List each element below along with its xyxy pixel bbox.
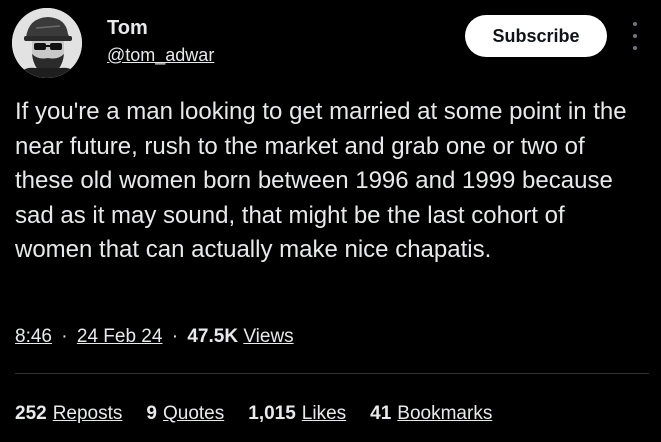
more-dot (633, 34, 637, 38)
quotes-stat[interactable]: 9 Quotes (146, 400, 224, 428)
more-dot (633, 46, 637, 50)
bookmarks-count: 41 (370, 403, 392, 424)
more-vertical-icon[interactable] (626, 22, 644, 50)
user-handle[interactable]: @tom_adwar (107, 43, 214, 67)
more-dot (633, 22, 637, 26)
divider (15, 373, 649, 374)
tweet-meta: 8:46 · 24 Feb 24 · 47.5K Views (15, 323, 294, 351)
views-count: 47.5K (187, 326, 239, 347)
likes-count: 1,015 (248, 403, 296, 424)
meta-separator: · (171, 326, 179, 347)
quotes-label: Quotes (162, 403, 225, 424)
bookmarks-stat[interactable]: 41 Bookmarks (370, 400, 492, 428)
views-label[interactable]: Views (243, 326, 293, 347)
tweet-time[interactable]: 8:46 (15, 326, 52, 347)
tweet-text: If you're a man looking to get married a… (15, 98, 627, 263)
tweet-date[interactable]: 24 Feb 24 (77, 326, 163, 347)
likes-stat[interactable]: 1,015 Likes (248, 400, 346, 428)
avatar[interactable] (12, 8, 82, 78)
reposts-count: 252 (15, 403, 47, 424)
display-name[interactable]: Tom (107, 16, 214, 40)
reposts-stat[interactable]: 252 Reposts (15, 400, 122, 428)
engagement-stats: 252 Reposts 9 Quotes 1,015 Likes 41 Bookmark… (15, 400, 516, 428)
reposts-label: Reposts (52, 403, 123, 424)
bookmarks-label: Bookmarks (397, 403, 493, 424)
author-block: Tom @tom_adwar (107, 16, 214, 67)
meta-separator: · (61, 326, 68, 347)
avatar-illustration (12, 8, 82, 78)
subscribe-button[interactable]: Subscribe (465, 15, 607, 57)
likes-label: Likes (301, 403, 347, 424)
quotes-count: 9 (146, 403, 157, 424)
